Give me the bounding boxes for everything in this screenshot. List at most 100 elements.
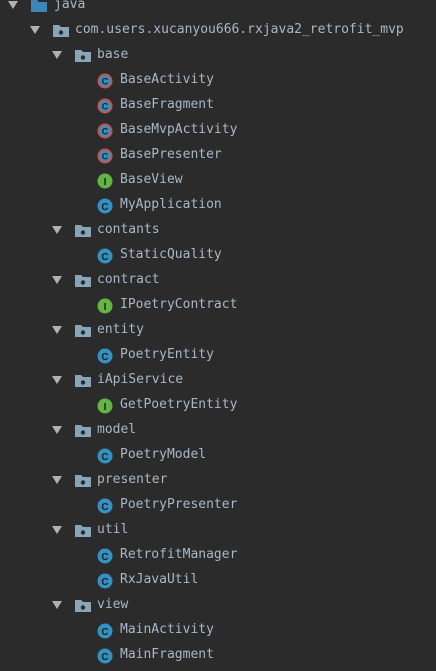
chevron-down-icon[interactable] — [52, 276, 62, 284]
svg-text:C: C — [102, 152, 109, 162]
svg-text:C: C — [101, 502, 108, 513]
tree-node-label: BasePresenter — [120, 147, 222, 162]
tree-node-file[interactable]: C MainActivity — [0, 618, 436, 643]
chevron-down-icon[interactable] — [52, 476, 62, 484]
tree-node-package-entity[interactable]: entity — [0, 318, 436, 343]
chevron-down-icon[interactable] — [52, 526, 62, 534]
tree-node-root-package[interactable]: com.users.xucanyou666.rxjava2_retrofit_m… — [0, 18, 436, 43]
class-icon: C — [97, 498, 113, 518]
tree-node-file[interactable]: I BaseView — [0, 168, 436, 193]
tree-node-label: MyApplication — [120, 197, 222, 212]
tree-node-java[interactable]: java — [0, 0, 436, 18]
tree-node-label: RetrofitManager — [120, 547, 238, 562]
svg-text:I: I — [104, 302, 107, 313]
tree-node-file[interactable]: C RetrofitManager — [0, 543, 436, 568]
interface-icon: I — [97, 398, 113, 418]
package-folder-icon — [74, 223, 92, 242]
class-icon: C — [97, 623, 113, 643]
tree-node-file[interactable]: C StaticQuality — [0, 243, 436, 268]
tree-node-label: GetPoetryEntity — [120, 397, 238, 412]
class-icon: C — [97, 198, 113, 218]
svg-text:C: C — [102, 102, 109, 112]
tree-node-label: BaseMvpActivity — [120, 122, 238, 137]
tree-node-label: base — [97, 47, 129, 62]
chevron-down-icon[interactable] — [30, 26, 40, 34]
svg-text:C: C — [101, 252, 108, 263]
class-icon: C — [97, 248, 113, 268]
tree-node-label: util — [97, 522, 129, 537]
package-folder-icon — [74, 323, 92, 342]
tree-node-package-iapiservice[interactable]: iApiService — [0, 368, 436, 393]
tree-node-label: PoetryModel — [120, 447, 207, 462]
chevron-down-icon[interactable] — [52, 326, 62, 334]
tree-node-label: presenter — [97, 472, 168, 487]
tree-node-label: PoetryPresenter — [120, 497, 238, 512]
tree-node-package-base[interactable]: base — [0, 43, 436, 68]
class-icon: C — [97, 448, 113, 468]
tree-node-label: contants — [97, 222, 160, 237]
package-folder-icon — [74, 48, 92, 67]
tree-node-file[interactable]: C BaseFragment — [0, 93, 436, 118]
tree-node-file[interactable]: C MyApplication — [0, 193, 436, 218]
tree-node-label: java — [54, 0, 86, 12]
svg-text:C: C — [101, 452, 108, 463]
tree-node-file[interactable]: C BasePresenter — [0, 143, 436, 168]
source-folder-icon — [30, 0, 48, 17]
tree-node-package-contract[interactable]: contract — [0, 268, 436, 293]
class-icon: C — [97, 573, 113, 593]
tree-node-label: view — [97, 597, 129, 612]
tree-node-package-model[interactable]: model — [0, 418, 436, 443]
tree-node-file[interactable]: C BaseActivity — [0, 68, 436, 93]
tree-node-file[interactable]: C PoetryPresenter — [0, 493, 436, 518]
tree-node-file[interactable]: I IPoetryContract — [0, 293, 436, 318]
abstract-class-icon: C — [97, 98, 113, 118]
tree-node-label: BaseActivity — [120, 72, 214, 87]
tree-node-file[interactable]: C PoetryEntity — [0, 343, 436, 368]
svg-text:C: C — [102, 77, 109, 87]
tree-node-label: MainActivity — [120, 622, 214, 637]
abstract-class-icon: C — [97, 73, 113, 93]
package-folder-icon — [74, 373, 92, 392]
package-folder-icon — [74, 273, 92, 292]
svg-text:C: C — [102, 127, 109, 137]
package-folder-icon — [74, 523, 92, 542]
tree-node-file[interactable]: C BaseMvpActivity — [0, 118, 436, 143]
chevron-down-icon[interactable] — [52, 226, 62, 234]
tree-node-package-presenter[interactable]: presenter — [0, 468, 436, 493]
interface-icon: I — [97, 298, 113, 318]
package-folder-icon — [74, 598, 92, 617]
tree-node-package-contants[interactable]: contants — [0, 218, 436, 243]
tree-node-file[interactable]: C RxJavaUtil — [0, 568, 436, 593]
svg-text:I: I — [104, 402, 107, 413]
tree-node-file[interactable]: C MainFragment — [0, 643, 436, 668]
tree-node-label: com.users.xucanyou666.rxjava2_retrofit_m… — [75, 22, 404, 37]
chevron-down-icon[interactable] — [52, 601, 62, 609]
tree-node-label: IPoetryContract — [120, 297, 238, 312]
tree-node-package-util[interactable]: util — [0, 518, 436, 543]
class-icon: C — [97, 348, 113, 368]
svg-text:C: C — [101, 552, 108, 563]
tree-node-label: entity — [97, 322, 144, 337]
package-folder-icon — [52, 23, 70, 42]
package-folder-icon — [74, 423, 92, 442]
abstract-class-icon: C — [97, 148, 113, 168]
chevron-down-icon[interactable] — [52, 426, 62, 434]
svg-text:C: C — [101, 652, 108, 663]
package-folder-icon — [74, 473, 92, 492]
chevron-down-icon[interactable] — [8, 1, 18, 9]
tree-node-label: PoetryEntity — [120, 347, 214, 362]
tree-node-file[interactable]: I GetPoetryEntity — [0, 393, 436, 418]
tree-node-label: BaseView — [120, 172, 183, 187]
chevron-down-icon[interactable] — [52, 51, 62, 59]
svg-text:C: C — [101, 627, 108, 638]
chevron-down-icon[interactable] — [52, 376, 62, 384]
tree-node-label: StaticQuality — [120, 247, 222, 262]
tree-node-package-view[interactable]: view — [0, 593, 436, 618]
class-icon: C — [97, 648, 113, 668]
tree-node-file[interactable]: C PoetryModel — [0, 443, 436, 468]
tree-node-label: contract — [97, 272, 160, 287]
interface-icon: I — [97, 173, 113, 193]
abstract-class-icon: C — [97, 123, 113, 143]
tree-node-label: MainFragment — [120, 647, 214, 662]
tree-node-label: BaseFragment — [120, 97, 214, 112]
